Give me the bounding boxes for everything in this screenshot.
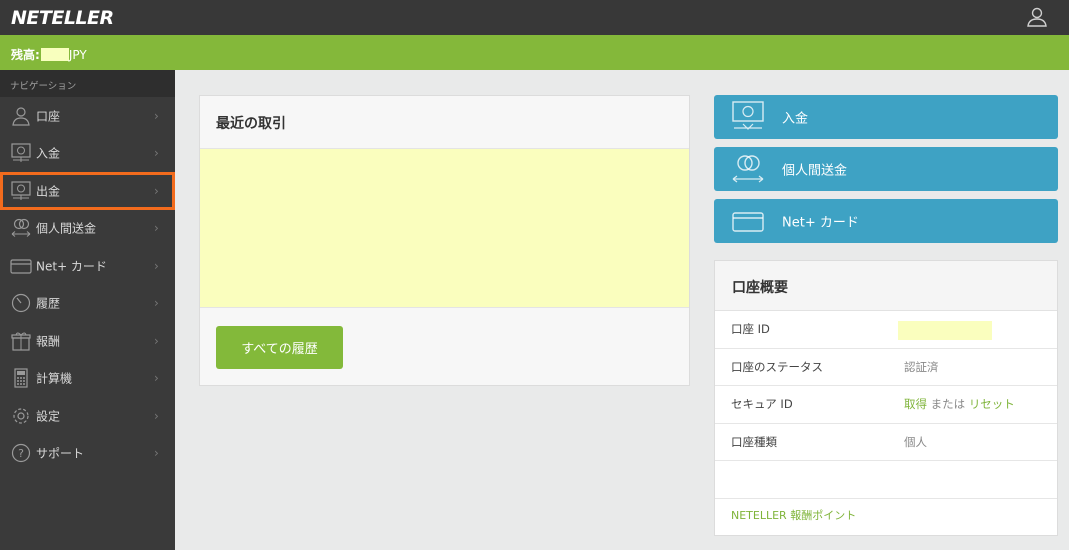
chevron-right-icon: › <box>154 446 159 461</box>
chevron-right-icon: › <box>154 258 159 273</box>
secure-id-actions: 取得 または リセット <box>904 396 1015 412</box>
deposit-icon <box>732 101 764 130</box>
secure-id-row: セキュア ID 取得 または リセット <box>715 386 1057 424</box>
recent-transactions-card: 最近の取引 すべての履歴 <box>199 95 690 386</box>
chevron-right-icon: › <box>154 221 159 236</box>
gift-icon <box>11 332 31 351</box>
sidebar-item-label: サポート <box>36 446 85 461</box>
balance-label: 残高: <box>11 48 40 62</box>
account-id-row: 口座 ID <box>715 311 1057 349</box>
account-status-row: 口座のステータス 認証済 <box>715 349 1057 386</box>
sidebar-item-label: 設定 <box>36 409 61 424</box>
sidebar-item-history[interactable]: 履歴 › <box>0 285 175 323</box>
chevron-right-icon: › <box>154 146 159 161</box>
withdraw-icon <box>11 181 31 200</box>
account-status-label: 口座のステータス <box>731 359 823 374</box>
deposit-button-label: 入金 <box>782 111 809 127</box>
sidebar-item-account[interactable]: 口座 › <box>0 97 175 135</box>
netplus-card-button-label: Net+ カード <box>782 215 859 231</box>
help-icon: ? <box>11 444 31 463</box>
secure-id-or-text: または <box>927 397 969 412</box>
deposit-icon <box>11 143 31 163</box>
calculator-icon <box>14 368 28 388</box>
gear-icon <box>13 408 29 424</box>
secure-id-label: セキュア ID <box>731 397 793 412</box>
balance-amount-masked <box>40 48 69 61</box>
sidebar-item-support[interactable]: ? サポート › <box>0 435 175 473</box>
chevron-right-icon: › <box>154 296 159 311</box>
recent-transactions-title: 最近の取引 <box>216 116 286 132</box>
transfer-button[interactable]: 個人間送金 <box>714 147 1058 191</box>
account-type-value: 個人 <box>904 434 927 449</box>
chevron-right-icon: › <box>154 183 159 198</box>
sidebar-item-deposit[interactable]: 入金 › <box>0 135 175 173</box>
netplus-card-button[interactable]: Net+ カード <box>714 199 1058 243</box>
transfer-icon <box>11 219 31 238</box>
deposit-button[interactable]: 入金 <box>714 95 1058 139</box>
sidebar-item-label: 計算機 <box>36 371 73 386</box>
account-type-row: 口座種類 個人 <box>715 424 1057 461</box>
sidebar-item-netplus-card[interactable]: Net+ カード › <box>0 247 175 285</box>
recent-transactions-list-masked <box>200 148 689 308</box>
balance-display: 残高: JPY <box>11 46 87 63</box>
neteller-logo[interactable]: NETELLER <box>11 7 114 29</box>
sidebar-item-withdraw[interactable]: 出金 › <box>0 172 175 210</box>
account-summary-title: 口座概要 <box>715 261 1057 311</box>
account-type-label: 口座種類 <box>731 434 777 449</box>
sidebar: ナビゲーション 口座 › 入金 › 出金 › 個人間送金 › Net+ カード … <box>0 70 175 550</box>
sidebar-item-calculator[interactable]: 計算機 › <box>0 360 175 398</box>
balance-currency: JPY <box>68 47 87 62</box>
card-icon <box>10 259 32 274</box>
top-bar: NETELLER <box>0 0 1069 35</box>
sidebar-item-label: 口座 <box>36 109 61 124</box>
svg-text:?: ? <box>18 447 24 460</box>
account-id-label: 口座 ID <box>731 322 770 337</box>
sidebar-item-settings[interactable]: 設定 › <box>0 397 175 435</box>
reward-points-link[interactable]: NETELLER 報酬ポイント <box>731 507 856 523</box>
sidebar-item-label: 出金 <box>36 184 61 199</box>
account-status-value: 認証済 <box>904 359 939 374</box>
nav-heading: ナビゲーション <box>0 70 175 97</box>
transfer-button-label: 個人間送金 <box>782 163 848 179</box>
sidebar-item-label: 個人間送金 <box>36 221 97 236</box>
chevron-right-icon: › <box>154 408 159 423</box>
sidebar-item-label: Net+ カード <box>36 259 107 274</box>
secure-id-reset-link[interactable]: リセット <box>969 397 1015 411</box>
user-icon[interactable] <box>1026 6 1048 28</box>
sidebar-item-transfer[interactable]: 個人間送金 › <box>0 210 175 248</box>
account-summary-card: 口座概要 口座 ID 口座のステータス 認証済 セキュア ID 取得 または リ… <box>714 260 1058 536</box>
chevron-right-icon: › <box>154 371 159 386</box>
sidebar-item-label: 入金 <box>36 146 61 161</box>
sidebar-item-rewards[interactable]: 報酬 › <box>0 322 175 360</box>
secure-id-get-link[interactable]: 取得 <box>904 397 927 411</box>
transfer-icon <box>732 155 764 183</box>
chevron-right-icon: › <box>154 333 159 348</box>
chevron-right-icon: › <box>154 108 159 123</box>
balance-bar: 残高: JPY <box>0 35 1069 70</box>
history-icon <box>11 294 31 313</box>
account-id-value-masked <box>898 321 992 340</box>
summary-empty-row <box>715 461 1057 499</box>
sidebar-item-label: 履歴 <box>36 296 61 311</box>
sidebar-item-label: 報酬 <box>36 334 61 349</box>
user-icon <box>12 107 30 126</box>
all-history-button[interactable]: すべての履歴 <box>216 326 343 369</box>
card-icon <box>732 212 764 232</box>
